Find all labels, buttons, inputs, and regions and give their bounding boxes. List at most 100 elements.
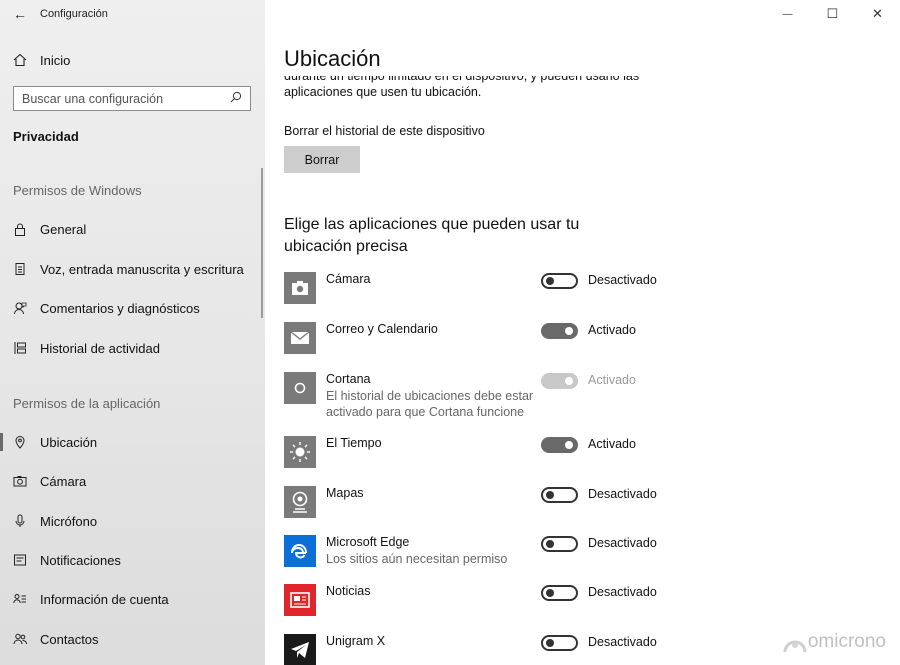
- search-icon[interactable]: [230, 90, 242, 108]
- description-line: durante un tiempo limitado en el disposi…: [284, 76, 640, 83]
- toggle-knob: [565, 377, 573, 385]
- toggle-state: Desactivado: [588, 635, 657, 649]
- app-toggle[interactable]: [541, 373, 578, 389]
- app-row-cortana: Cortana El historial de ubicaciones debe…: [284, 372, 884, 428]
- home-icon: [0, 53, 40, 67]
- clear-history-label: Borrar el historial de este dispositivo: [284, 124, 485, 138]
- app-permissions-header: Permisos de la aplicación: [13, 396, 161, 411]
- app-description: El historial de ubicaciones debe estar a…: [326, 389, 534, 419]
- app-toggle[interactable]: [541, 323, 578, 339]
- timeline-icon: [0, 341, 40, 355]
- sidebar-item-contacts[interactable]: Contactos: [0, 624, 265, 654]
- app-toggle[interactable]: [541, 635, 578, 651]
- app-toggle[interactable]: [541, 536, 578, 552]
- sidebar-item-label: Historial de actividad: [40, 340, 160, 356]
- sidebar-item-location[interactable]: Ubicación: [0, 427, 265, 457]
- clear-history-button[interactable]: Borrar: [284, 146, 360, 173]
- toggle-knob: [546, 277, 554, 285]
- sidebar-item-activity-history[interactable]: Historial de actividad: [0, 333, 265, 363]
- sidebar-item-label: General: [40, 221, 87, 237]
- watermark-text: omicrono: [807, 631, 886, 652]
- app-name: Cortana: [326, 372, 371, 386]
- app-row-mail: Correo y Calendario Activado: [284, 322, 884, 362]
- camera-icon: [0, 474, 40, 488]
- contacts-icon: [0, 632, 40, 646]
- app-description: Los sitios aún necesitan permiso: [326, 552, 508, 566]
- sidebar-item-microphone[interactable]: Micrófono: [0, 506, 265, 536]
- location-icon: [0, 435, 40, 449]
- lock-icon: [0, 222, 40, 236]
- toggle-state: Desactivado: [588, 585, 657, 599]
- main-content: — ☐ ✕ Ubicación durante un tiempo limita…: [265, 0, 900, 665]
- search-box[interactable]: [13, 86, 251, 111]
- sidebar-item-notifications[interactable]: Notificaciones: [0, 545, 265, 575]
- app-toggle[interactable]: [541, 437, 578, 453]
- app-toggle[interactable]: [541, 487, 578, 503]
- description-line: aplicaciones que usen tu ubicación.: [284, 85, 482, 99]
- app-name: Correo y Calendario: [326, 322, 438, 336]
- back-button[interactable]: ←: [0, 0, 40, 28]
- app-title: Configuración: [40, 8, 108, 20]
- back-arrow-icon: ←: [13, 6, 27, 22]
- watermark: omicrono: [782, 629, 886, 655]
- app-name: Microsoft Edge: [326, 535, 410, 549]
- app-row-weather: El Tiempo Activado: [284, 436, 884, 476]
- app-row-camera: Cámara Desactivado: [284, 272, 884, 312]
- sidebar-item-camera[interactable]: Cámara: [0, 466, 265, 496]
- weather-app-icon: [284, 436, 316, 468]
- sidebar-scrollbar[interactable]: [261, 168, 263, 318]
- sidebar-item-home[interactable]: Inicio: [0, 48, 265, 72]
- settings-sidebar: ← Configuración Inicio Privacidad Permis…: [0, 0, 265, 665]
- maps-app-icon: [284, 486, 316, 518]
- microphone-icon: [0, 514, 40, 528]
- app-row-edge: Microsoft Edge Los sitios aún necesitan …: [284, 535, 884, 579]
- page-title: Ubicación: [284, 46, 381, 71]
- sidebar-item-label: Contactos: [40, 631, 99, 647]
- omicrono-logo-icon: [783, 640, 807, 653]
- toggle-state: Activado: [588, 437, 636, 451]
- sidebar-item-speech[interactable]: Voz, entrada manuscrita y escritura: [0, 254, 265, 284]
- cortana-app-icon: [284, 372, 316, 404]
- app-name: Unigram X: [326, 634, 386, 648]
- sidebar-titlebar: ← Configuración: [0, 0, 265, 28]
- sidebar-item-label: Cámara: [40, 473, 87, 489]
- toggle-state: Desactivado: [588, 487, 657, 501]
- app-toggle[interactable]: [541, 585, 578, 601]
- sidebar-item-label: Micrófono: [40, 513, 98, 529]
- search-input[interactable]: [22, 91, 212, 106]
- app-name: El Tiempo: [326, 436, 382, 450]
- toggle-knob: [546, 639, 554, 647]
- maximize-icon: ☐: [826, 6, 839, 21]
- toggle-state: Activado: [588, 323, 636, 337]
- app-name: Noticias: [326, 584, 371, 598]
- app-toggle[interactable]: [541, 273, 578, 289]
- toggle-state: Activado: [588, 373, 636, 387]
- notifications-icon: [0, 553, 40, 567]
- windows-permissions-header: Permisos de Windows: [13, 183, 142, 198]
- sidebar-item-general[interactable]: General: [0, 214, 265, 244]
- sidebar-item-label: Notificaciones: [40, 552, 121, 568]
- maximize-button[interactable]: ☐: [810, 0, 855, 28]
- mail-app-icon: [284, 322, 316, 354]
- category-title: Privacidad: [13, 129, 79, 144]
- settings-scroll-area: durante un tiempo limitado en el disposi…: [284, 76, 884, 665]
- app-name: Mapas: [326, 486, 364, 500]
- close-button[interactable]: ✕: [855, 0, 900, 28]
- feedback-icon: [0, 301, 40, 315]
- news-app-icon: [284, 584, 316, 616]
- apps-section-heading: Elige las aplicaciones que pueden usar t…: [284, 216, 580, 255]
- app-name: Cámara: [326, 272, 371, 286]
- sidebar-item-account-info[interactable]: Información de cuenta: [0, 584, 265, 614]
- app-row-maps: Mapas Desactivado: [284, 486, 884, 526]
- toggle-knob: [546, 491, 554, 499]
- minimize-button[interactable]: —: [765, 0, 810, 28]
- toggle-knob: [546, 589, 554, 597]
- sidebar-item-label: Información de cuenta: [40, 591, 169, 607]
- sidebar-item-feedback[interactable]: Comentarios y diagnósticos: [0, 293, 265, 323]
- active-indicator: [0, 433, 3, 451]
- sidebar-item-label: Inicio: [40, 52, 71, 68]
- toggle-state: Desactivado: [588, 536, 657, 550]
- window-controls: — ☐ ✕: [765, 0, 900, 28]
- unigram-app-icon: [284, 634, 316, 665]
- sidebar-item-label: Ubicación: [40, 434, 98, 450]
